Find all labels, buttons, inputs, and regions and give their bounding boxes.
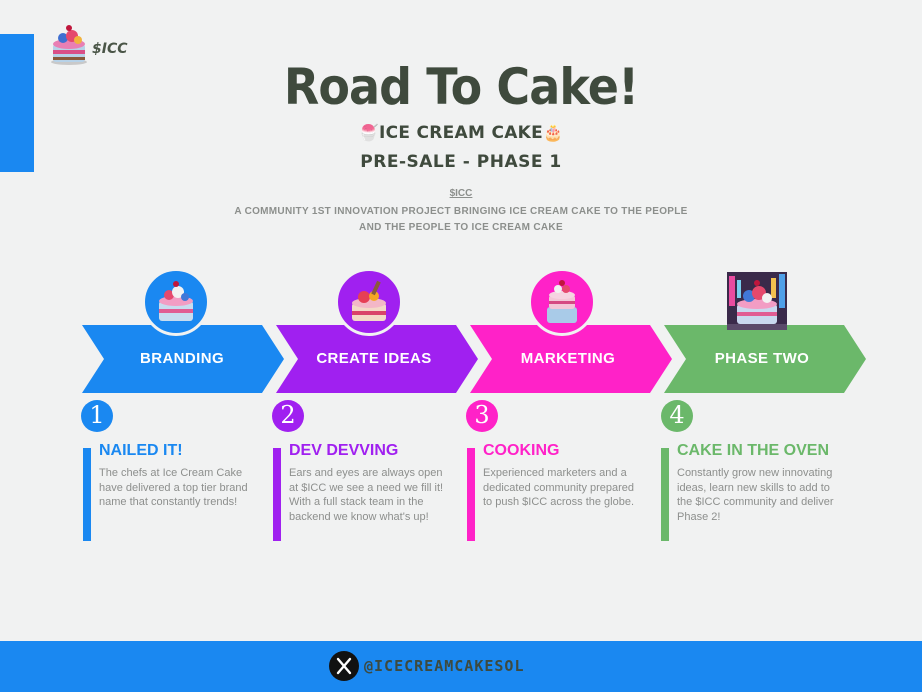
tagline-line-1: A COMMUNITY 1ST INNOVATION PROJECT BRING… <box>234 206 688 217</box>
step-number-2: 2 <box>272 400 304 432</box>
tagline: A COMMUNITY 1ST INNOVATION PROJECT BRING… <box>0 204 922 236</box>
step-3-text: Experienced marketers and a dedicated co… <box>483 467 635 508</box>
step-number-3: 3 <box>466 400 498 432</box>
tagline-line-2: AND THE PEOPLE TO ICE CREAM CAKE <box>359 222 563 233</box>
create-ideas-cake-icon <box>335 268 403 336</box>
step-1-text: The chefs at Ice Cream Cake have deliver… <box>99 467 248 508</box>
step-1-accent-bar <box>83 448 91 541</box>
marketing-cake-icon <box>528 268 596 336</box>
step-3-accent-bar <box>467 448 475 541</box>
arrow-label-phase-two: PHASE TWO <box>714 350 810 367</box>
arrow-label-marketing: MARKETING <box>520 350 616 367</box>
step-2-text: Ears and eyes are always open at $ICC we… <box>289 467 444 523</box>
branding-cake-icon <box>142 268 210 336</box>
ticker-link[interactable]: $ICC <box>0 188 922 199</box>
subtitle-text: ICE CREAM CAKE <box>378 123 544 143</box>
step-2-accent-bar <box>273 448 281 541</box>
step-4-text: Constantly grow new innovating ideas, le… <box>677 467 834 523</box>
step-4-title: CAKE IN THE OVEN <box>677 442 830 459</box>
step-number-1: 1 <box>81 400 113 432</box>
shaved-ice-icon: 🍧 <box>358 123 379 142</box>
page-title: Road To Cake! <box>283 58 639 116</box>
arrow-label-create-ideas: CREATE IDEAS <box>316 350 432 367</box>
x-icon[interactable] <box>329 651 359 681</box>
phase-label: PRE-SALE - PHASE 1 <box>360 152 562 172</box>
step-4-accent-bar <box>661 448 669 541</box>
step-number-4: 4 <box>661 400 693 432</box>
phase-two-cake-photo <box>727 272 787 330</box>
arrow-label-branding: BRANDING <box>139 350 225 367</box>
step-1-title: NAILED IT! <box>99 442 183 459</box>
social-handle[interactable]: @ICECREAMCAKESOL <box>364 657 525 675</box>
step-2-title: DEV DEVVING <box>289 442 399 459</box>
subtitle: 🍧ICE CREAM CAKE🎂 <box>0 123 922 143</box>
birthday-cake-icon: 🎂 <box>543 123 564 142</box>
logo-text: $ICC <box>92 41 128 57</box>
step-3-title: COOKING <box>483 442 560 459</box>
